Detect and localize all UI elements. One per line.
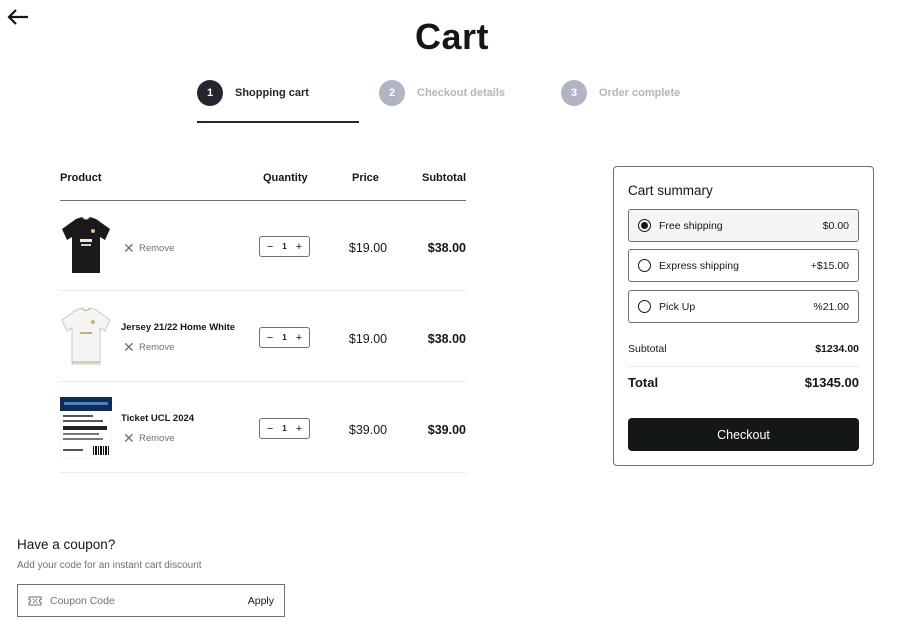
ticket-icon	[28, 596, 42, 605]
radio-selected-icon	[638, 219, 651, 232]
remove-label: Remove	[139, 432, 175, 444]
step-number: 2	[379, 80, 405, 106]
product-name: Jersey 21/22 Home White	[121, 322, 236, 333]
shipping-label: Pick Up	[659, 300, 696, 313]
checkout-button[interactable]: Checkout	[628, 418, 859, 451]
quantity-value: 1	[282, 333, 287, 342]
remove-button[interactable]: ✕ Remove	[123, 241, 174, 255]
shipping-option-pickup[interactable]: Pick Up %21.00	[628, 290, 859, 323]
close-icon: ✕	[123, 430, 135, 446]
coupon-title: Have a coupon?	[17, 537, 116, 552]
item-subtotal: $38.00	[427, 332, 466, 346]
subtotal-label: Subtotal	[628, 343, 667, 355]
item-price: $19.00	[348, 241, 388, 255]
step-label: Checkout details	[417, 87, 506, 99]
radio-unselected-icon	[638, 259, 651, 272]
close-icon: ✕	[123, 240, 135, 256]
radio-unselected-icon	[638, 300, 651, 313]
ticket-image	[60, 397, 112, 459]
header-quantity: Quantity	[263, 172, 308, 184]
apply-button[interactable]: Apply	[248, 595, 274, 607]
increment-button[interactable]: +	[294, 423, 304, 435]
summary-title: Cart summary	[628, 183, 713, 198]
increment-button[interactable]: +	[294, 241, 304, 253]
remove-label: Remove	[139, 242, 175, 254]
header-product: Product	[60, 172, 102, 184]
shipping-price: $0.00	[822, 219, 849, 232]
remove-button[interactable]: ✕ Remove	[123, 431, 174, 445]
step-shopping-cart[interactable]: 1 Shopping cart	[197, 80, 309, 106]
quantity-stepper: − 1 +	[259, 236, 310, 257]
cart-summary: Cart summary Free shipping $0.00 Express…	[613, 166, 874, 466]
summary-divider	[628, 366, 859, 367]
shipping-label: Free shipping	[659, 219, 723, 232]
quantity-stepper: − 1 +	[259, 418, 310, 439]
coupon-subtitle: Add your code for an instant cart discou…	[17, 560, 202, 571]
step-checkout-details[interactable]: 2 Checkout details	[379, 80, 505, 106]
header-price: Price	[352, 172, 379, 184]
subtotal-row: Subtotal $1234.00	[628, 343, 859, 355]
decrement-button[interactable]: −	[265, 241, 275, 253]
cart-row: Jersey 21/22 Home White ✕ Remove − 1 + $…	[60, 292, 466, 382]
shipping-option-express[interactable]: Express shipping +$15.00	[628, 249, 859, 282]
total-value: $1345.00	[804, 375, 859, 390]
quantity-value: 1	[282, 424, 287, 433]
close-icon: ✕	[123, 339, 135, 355]
shipping-option-free[interactable]: Free shipping $0.00	[628, 209, 859, 242]
coupon-input[interactable]	[50, 594, 248, 607]
quantity-value: 1	[282, 242, 287, 251]
shipping-price: +$15.00	[810, 259, 849, 272]
shipping-label: Express shipping	[659, 259, 739, 272]
step-order-complete[interactable]: 3 Order complete	[561, 80, 680, 106]
item-price: $39.00	[348, 423, 388, 437]
shipping-price: %21.00	[813, 300, 849, 313]
step-label: Order complete	[599, 87, 681, 99]
decrement-button[interactable]: −	[265, 423, 275, 435]
remove-label: Remove	[139, 341, 175, 353]
page-title: Cart	[414, 16, 490, 57]
cart-row: ✕ Remove − 1 + $19.00 $38.00	[60, 201, 466, 291]
header-subtotal: Subtotal	[422, 172, 466, 184]
item-subtotal: $39.00	[427, 423, 466, 437]
subtotal-value: $1234.00	[815, 343, 859, 355]
checkout-stepper: 1 Shopping cart 2 Checkout details 3 Ord…	[197, 80, 697, 123]
white-jersey-image	[61, 307, 111, 365]
step-number: 3	[561, 80, 587, 106]
coupon-form: Apply	[17, 584, 285, 617]
step-label: Shopping cart	[235, 87, 309, 99]
black-jersey-image	[62, 216, 110, 273]
total-label: Total	[628, 375, 659, 390]
cart-row: Ticket UCL 2024 ✕ Remove − 1 + $39.00 $3…	[60, 383, 466, 473]
item-subtotal: $38.00	[427, 241, 466, 255]
quantity-stepper: − 1 +	[259, 327, 310, 348]
increment-button[interactable]: +	[294, 332, 304, 344]
item-price: $19.00	[348, 332, 388, 346]
product-name: Ticket UCL 2024	[121, 413, 195, 424]
step-number: 1	[197, 80, 223, 106]
remove-button[interactable]: ✕ Remove	[123, 340, 174, 354]
active-step-underline	[197, 121, 359, 123]
total-row: Total $1345.00	[628, 375, 859, 390]
decrement-button[interactable]: −	[265, 332, 275, 344]
